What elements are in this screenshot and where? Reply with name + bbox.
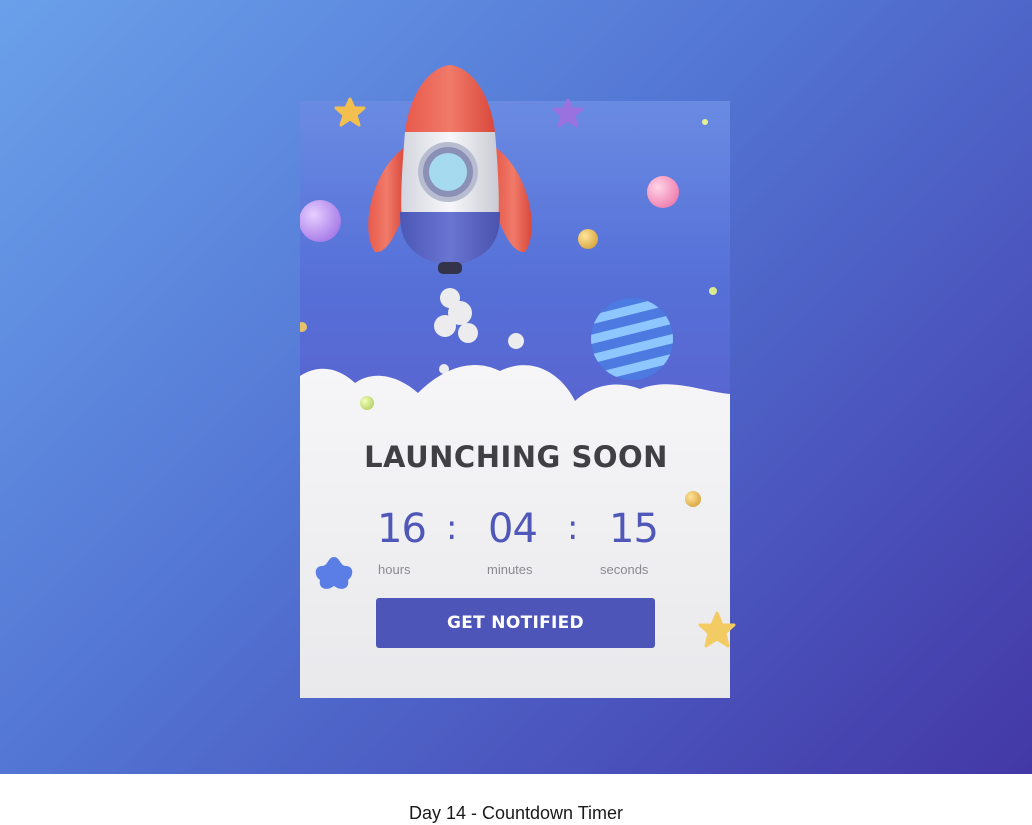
countdown-separator: : — [446, 508, 458, 548]
seconds-label: seconds — [600, 562, 649, 577]
background: LAUNCHING SOON 16 : 04 : 15 hours minute… — [0, 0, 1032, 774]
get-notified-button[interactable]: GET NOTIFIED — [376, 598, 655, 648]
planet-icon — [591, 298, 673, 380]
countdown-separator: : — [567, 508, 579, 548]
rocket-icon — [368, 65, 532, 274]
page-title: LAUNCHING SOON — [364, 440, 668, 474]
seconds-value: 15 — [609, 506, 659, 552]
star-icon — [334, 97, 366, 127]
caption: Day 14 - Countdown Timer — [408, 803, 624, 823]
hours-label: hours — [378, 562, 411, 577]
star-icon — [315, 557, 353, 589]
hours-value: 16 — [377, 506, 427, 552]
star-icon — [698, 611, 736, 648]
minutes-label: minutes — [487, 562, 533, 577]
star-icon — [552, 98, 584, 128]
minutes-value: 04 — [488, 506, 538, 552]
